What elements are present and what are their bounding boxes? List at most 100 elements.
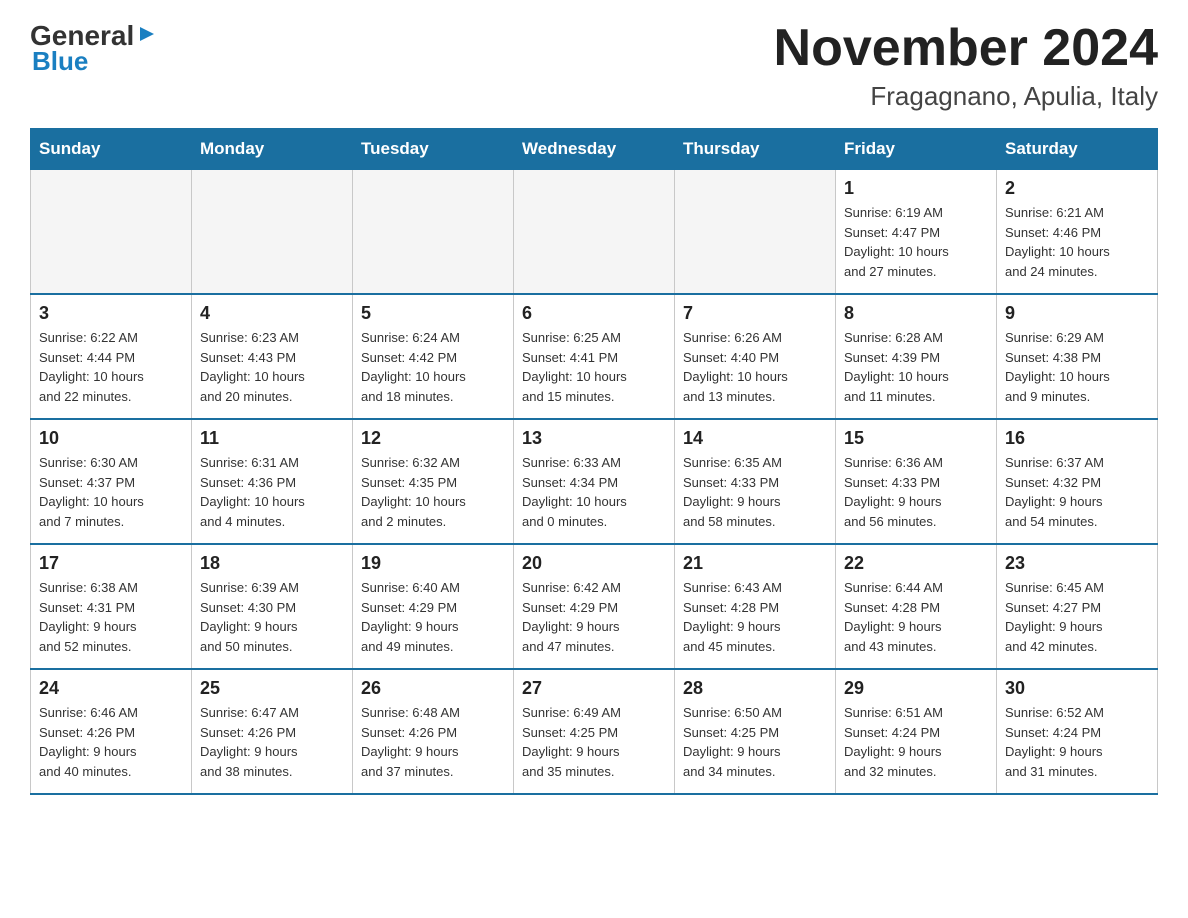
day-number: 5 [361, 303, 505, 324]
day-info: Sunrise: 6:38 AM Sunset: 4:31 PM Dayligh… [39, 578, 183, 656]
day-info: Sunrise: 6:30 AM Sunset: 4:37 PM Dayligh… [39, 453, 183, 531]
calendar-cell: 13Sunrise: 6:33 AM Sunset: 4:34 PM Dayli… [514, 419, 675, 544]
day-number: 15 [844, 428, 988, 449]
day-info: Sunrise: 6:24 AM Sunset: 4:42 PM Dayligh… [361, 328, 505, 406]
calendar-cell: 12 Sunrise: 6:32 AM Sunset: 4:35 PM Dayli… [353, 419, 514, 544]
weekday-header-monday: Monday [192, 129, 353, 170]
day-number: 27 [522, 678, 666, 699]
day-number: 19 [361, 553, 505, 574]
day-info: Sunrise: 6:50 AM Sunset: 4:25 PM Dayligh… [683, 703, 827, 781]
logo: General Blue [30, 20, 158, 77]
day-number: 18 [200, 553, 344, 574]
calendar-cell: 30Sunrise: 6:52 AM Sunset: 4:24 PM Dayli… [997, 669, 1158, 794]
calendar-week-4: 17 Sunrise: 6:38 AM Sunset: 4:31 PM Dayli… [31, 544, 1158, 669]
day-info: Sunrise: 6:32 AM Sunset: 4:35 PM Dayligh… [361, 453, 505, 531]
calendar-cell: 3 Sunrise: 6:22 AM Sunset: 4:44 PM Daylig… [31, 294, 192, 419]
calendar-week-5: 24 Sunrise: 6:46 AM Sunset: 4:26 PM Dayli… [31, 669, 1158, 794]
day-info: Sunrise: 6:39 AM Sunset: 4:30 PM Dayligh… [200, 578, 344, 656]
calendar-cell: 20 Sunrise: 6:42 AM Sunset: 4:29 PM Dayli… [514, 544, 675, 669]
day-number: 4 [200, 303, 344, 324]
calendar-cell: 19 Sunrise: 6:40 AM Sunset: 4:29 PM Dayli… [353, 544, 514, 669]
day-number: 29 [844, 678, 988, 699]
calendar-cell: 27Sunrise: 6:49 AM Sunset: 4:25 PM Dayli… [514, 669, 675, 794]
day-info: Sunrise: 6:22 AM Sunset: 4:44 PM Dayligh… [39, 328, 183, 406]
day-info: Sunrise: 6:43 AM Sunset: 4:28 PM Dayligh… [683, 578, 827, 656]
day-info: Sunrise: 6:31 AM Sunset: 4:36 PM Dayligh… [200, 453, 344, 531]
calendar-week-1: 1 Sunrise: 6:19 AM Sunset: 4:47 PM Daylig… [31, 170, 1158, 295]
title-area: November 2024 Fragagnano, Apulia, Italy [774, 20, 1158, 112]
calendar-cell: 6 Sunrise: 6:25 AM Sunset: 4:41 PM Daylig… [514, 294, 675, 419]
calendar-cell: 10 Sunrise: 6:30 AM Sunset: 4:37 PM Dayli… [31, 419, 192, 544]
day-number: 6 [522, 303, 666, 324]
day-number: 1 [844, 178, 988, 199]
day-number: 11 [200, 428, 344, 449]
calendar-cell: 18 Sunrise: 6:39 AM Sunset: 4:30 PM Dayli… [192, 544, 353, 669]
day-number: 22 [844, 553, 988, 574]
calendar-cell: 26 Sunrise: 6:48 AM Sunset: 4:26 PM Dayli… [353, 669, 514, 794]
day-number: 20 [522, 553, 666, 574]
day-number: 21 [683, 553, 827, 574]
day-number: 25 [200, 678, 344, 699]
calendar-cell: 21 Sunrise: 6:43 AM Sunset: 4:28 PM Dayli… [675, 544, 836, 669]
calendar-cell: 9 Sunrise: 6:29 AM Sunset: 4:38 PM Daylig… [997, 294, 1158, 419]
weekday-header-sunday: Sunday [31, 129, 192, 170]
day-info: Sunrise: 6:36 AM Sunset: 4:33 PM Dayligh… [844, 453, 988, 531]
day-info: Sunrise: 6:26 AM Sunset: 4:40 PM Dayligh… [683, 328, 827, 406]
day-number: 9 [1005, 303, 1149, 324]
day-info: Sunrise: 6:25 AM Sunset: 4:41 PM Dayligh… [522, 328, 666, 406]
calendar-table: SundayMondayTuesdayWednesdayThursdayFrid… [30, 128, 1158, 795]
day-info: Sunrise: 6:46 AM Sunset: 4:26 PM Dayligh… [39, 703, 183, 781]
day-number: 17 [39, 553, 183, 574]
day-number: 12 [361, 428, 505, 449]
day-number: 10 [39, 428, 183, 449]
calendar-cell: 7Sunrise: 6:26 AM Sunset: 4:40 PM Daylig… [675, 294, 836, 419]
day-number: 14 [683, 428, 827, 449]
weekday-header-thursday: Thursday [675, 129, 836, 170]
calendar-header: SundayMondayTuesdayWednesdayThursdayFrid… [31, 129, 1158, 170]
calendar-week-2: 3 Sunrise: 6:22 AM Sunset: 4:44 PM Daylig… [31, 294, 1158, 419]
calendar-cell: 16Sunrise: 6:37 AM Sunset: 4:32 PM Dayli… [997, 419, 1158, 544]
day-number: 8 [844, 303, 988, 324]
calendar-cell: 29 Sunrise: 6:51 AM Sunset: 4:24 PM Dayli… [836, 669, 997, 794]
day-number: 26 [361, 678, 505, 699]
day-number: 23 [1005, 553, 1149, 574]
day-number: 24 [39, 678, 183, 699]
day-info: Sunrise: 6:19 AM Sunset: 4:47 PM Dayligh… [844, 203, 988, 281]
day-info: Sunrise: 6:51 AM Sunset: 4:24 PM Dayligh… [844, 703, 988, 781]
calendar-cell: 28 Sunrise: 6:50 AM Sunset: 4:25 PM Dayli… [675, 669, 836, 794]
day-info: Sunrise: 6:48 AM Sunset: 4:26 PM Dayligh… [361, 703, 505, 781]
calendar-cell: 22 Sunrise: 6:44 AM Sunset: 4:28 PM Dayli… [836, 544, 997, 669]
day-info: Sunrise: 6:40 AM Sunset: 4:29 PM Dayligh… [361, 578, 505, 656]
day-info: Sunrise: 6:42 AM Sunset: 4:29 PM Dayligh… [522, 578, 666, 656]
calendar-cell: 2 Sunrise: 6:21 AM Sunset: 4:46 PM Daylig… [997, 170, 1158, 295]
calendar-cell [192, 170, 353, 295]
calendar-cell: 25 Sunrise: 6:47 AM Sunset: 4:26 PM Dayli… [192, 669, 353, 794]
day-info: Sunrise: 6:29 AM Sunset: 4:38 PM Dayligh… [1005, 328, 1149, 406]
day-number: 28 [683, 678, 827, 699]
day-info: Sunrise: 6:47 AM Sunset: 4:26 PM Dayligh… [200, 703, 344, 781]
calendar-cell: 4 Sunrise: 6:23 AM Sunset: 4:43 PM Daylig… [192, 294, 353, 419]
day-info: Sunrise: 6:33 AM Sunset: 4:34 PM Dayligh… [522, 453, 666, 531]
calendar-cell: 1 Sunrise: 6:19 AM Sunset: 4:47 PM Daylig… [836, 170, 997, 295]
day-info: Sunrise: 6:35 AM Sunset: 4:33 PM Dayligh… [683, 453, 827, 531]
weekday-header-friday: Friday [836, 129, 997, 170]
day-info: Sunrise: 6:23 AM Sunset: 4:43 PM Dayligh… [200, 328, 344, 406]
day-info: Sunrise: 6:37 AM Sunset: 4:32 PM Dayligh… [1005, 453, 1149, 531]
calendar-cell: 17 Sunrise: 6:38 AM Sunset: 4:31 PM Dayli… [31, 544, 192, 669]
calendar-body: 1 Sunrise: 6:19 AM Sunset: 4:47 PM Daylig… [31, 170, 1158, 795]
day-number: 30 [1005, 678, 1149, 699]
calendar-week-3: 10 Sunrise: 6:30 AM Sunset: 4:37 PM Dayli… [31, 419, 1158, 544]
day-info: Sunrise: 6:21 AM Sunset: 4:46 PM Dayligh… [1005, 203, 1149, 281]
day-info: Sunrise: 6:28 AM Sunset: 4:39 PM Dayligh… [844, 328, 988, 406]
day-number: 3 [39, 303, 183, 324]
weekday-header-wednesday: Wednesday [514, 129, 675, 170]
calendar-cell [675, 170, 836, 295]
calendar-cell: 14 Sunrise: 6:35 AM Sunset: 4:33 PM Dayli… [675, 419, 836, 544]
day-info: Sunrise: 6:44 AM Sunset: 4:28 PM Dayligh… [844, 578, 988, 656]
weekday-header-tuesday: Tuesday [353, 129, 514, 170]
calendar-title: November 2024 [774, 20, 1158, 77]
calendar-subtitle: Fragagnano, Apulia, Italy [774, 81, 1158, 112]
logo-blue: Blue [30, 46, 88, 77]
day-number: 2 [1005, 178, 1149, 199]
calendar-cell: 11 Sunrise: 6:31 AM Sunset: 4:36 PM Dayli… [192, 419, 353, 544]
